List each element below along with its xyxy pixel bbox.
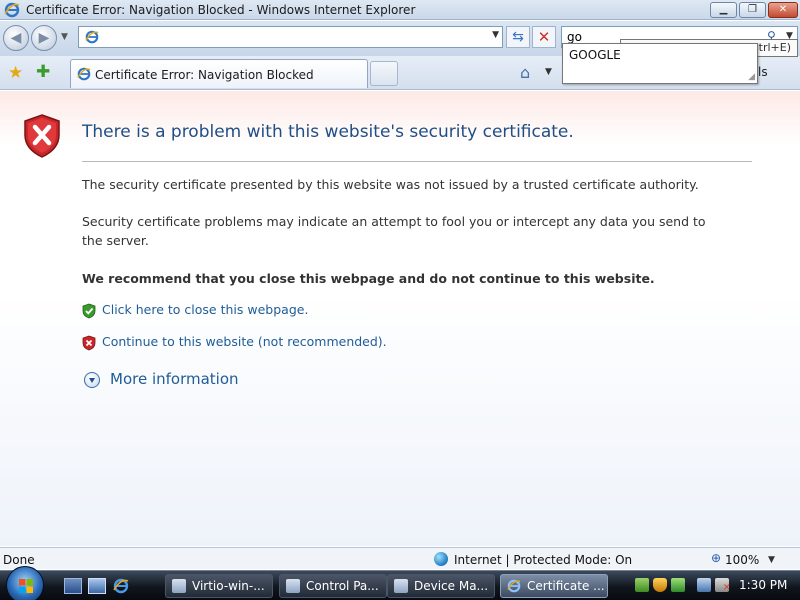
home-dropdown[interactable]: ▼ bbox=[545, 67, 552, 77]
close-webpage-link[interactable]: Click here to close this webpage. bbox=[102, 302, 308, 317]
search-suggestions-dropdown: GOOGLE ◢ bbox=[562, 43, 758, 84]
certificate-description: The security certificate presented by th… bbox=[82, 177, 699, 192]
zoom-icon[interactable]: ⊕ bbox=[711, 551, 721, 565]
resize-grip-icon[interactable]: ◢ bbox=[748, 72, 755, 82]
windows-defender-icon[interactable] bbox=[671, 578, 685, 592]
tab-label: Certificate Error: Navigation Blocked bbox=[95, 68, 314, 82]
zoom-level[interactable]: 100% bbox=[725, 553, 759, 567]
error-shield-icon bbox=[24, 114, 60, 158]
page-content: There is a problem with this website's s… bbox=[0, 91, 800, 546]
minimize-button[interactable]: ▁ bbox=[710, 2, 737, 18]
ie-icon[interactable] bbox=[112, 578, 130, 594]
security-warning-text: Security certificate problems may indica… bbox=[82, 214, 706, 248]
tab-certificate-error[interactable]: Certificate Error: Navigation Blocked bbox=[70, 59, 368, 88]
home-icon[interactable]: ⌂ bbox=[520, 63, 530, 82]
stop-icon: ✕ bbox=[537, 28, 551, 46]
restore-icon: ❐ bbox=[748, 4, 757, 15]
close-icon: ✕ bbox=[778, 4, 788, 15]
favorites-star-icon[interactable]: ★ bbox=[8, 63, 23, 83]
device-manager-icon bbox=[394, 579, 408, 593]
recent-pages-dropdown[interactable]: ▼ bbox=[61, 32, 68, 42]
close-window-button[interactable]: ✕ bbox=[768, 2, 798, 18]
more-information-link[interactable]: More information bbox=[110, 370, 239, 388]
back-arrow-icon: ◀ bbox=[10, 30, 22, 46]
error-shield-icon bbox=[82, 335, 96, 351]
add-favorites-icon[interactable]: ✚ bbox=[36, 62, 50, 82]
stop-button[interactable]: ✕ bbox=[532, 26, 556, 48]
network-status-icon[interactable] bbox=[697, 578, 711, 592]
divider bbox=[82, 161, 752, 162]
taskbar-item-device-manager[interactable]: Device Ma... bbox=[387, 574, 495, 598]
clock[interactable]: 1:30 PM bbox=[739, 578, 787, 592]
ok-shield-icon bbox=[82, 303, 96, 319]
title-bar: Certificate Error: Navigation Blocked - … bbox=[0, 0, 800, 20]
page-title: There is a problem with this website's s… bbox=[82, 122, 574, 142]
forward-arrow-icon: ▶ bbox=[38, 30, 50, 46]
ie-icon bbox=[507, 579, 521, 593]
refresh-icon: ⇆ bbox=[512, 29, 524, 45]
ie-icon bbox=[4, 2, 20, 18]
control-panel-icon bbox=[286, 579, 300, 593]
continue-to-website-link[interactable]: Continue to this website (not recommende… bbox=[102, 334, 387, 349]
ie-icon bbox=[85, 30, 99, 44]
taskbar: Virtio-win-... Control Pa... Device Ma..… bbox=[0, 566, 800, 600]
taskbar-item-label: Control Pa... bbox=[306, 579, 379, 593]
status-text: Done bbox=[3, 553, 35, 567]
window-title: Certificate Error: Navigation Blocked - … bbox=[26, 3, 416, 17]
network-icon[interactable] bbox=[635, 578, 649, 592]
tools-menu[interactable]: ls bbox=[758, 65, 768, 79]
show-desktop-icon[interactable] bbox=[64, 578, 82, 594]
muted-icon: ✕ bbox=[723, 583, 731, 593]
back-button[interactable]: ◀ bbox=[3, 25, 29, 51]
refresh-button[interactable]: ⇆ bbox=[506, 26, 530, 48]
new-tab-button[interactable] bbox=[370, 61, 398, 86]
taskbar-item-virtio[interactable]: Virtio-win-... bbox=[165, 574, 273, 598]
minimize-icon: ▁ bbox=[719, 4, 728, 15]
zoom-dropdown[interactable]: ▼ bbox=[768, 555, 775, 565]
taskbar-item-control-panel[interactable]: Control Pa... bbox=[279, 574, 387, 598]
ie-icon bbox=[77, 67, 91, 81]
suggestion-item[interactable]: GOOGLE bbox=[569, 48, 621, 62]
status-bar: Done Internet | Protected Mode: On ⊕ 100… bbox=[0, 547, 800, 569]
system-tray: ✕ 1:30 PM bbox=[633, 574, 800, 598]
start-button[interactable] bbox=[6, 566, 44, 600]
maximize-button[interactable]: ❐ bbox=[739, 2, 766, 18]
recommendation-text: We recommend that you close this webpage… bbox=[82, 271, 655, 286]
security-center-icon[interactable] bbox=[653, 578, 667, 592]
forward-button[interactable]: ▶ bbox=[31, 25, 57, 51]
windows-start-icon bbox=[19, 579, 33, 593]
taskbar-item-label: Certificate ... bbox=[527, 579, 605, 593]
security-zone[interactable]: Internet | Protected Mode: On bbox=[454, 553, 632, 567]
taskbar-item-label: Device Ma... bbox=[414, 579, 489, 593]
expand-icon[interactable] bbox=[84, 372, 100, 388]
switch-windows-icon[interactable] bbox=[88, 578, 106, 594]
address-dropdown[interactable]: ▼ bbox=[492, 30, 499, 40]
taskbar-item-label: Virtio-win-... bbox=[192, 579, 265, 593]
globe-icon bbox=[434, 552, 448, 566]
folder-icon bbox=[172, 579, 186, 593]
taskbar-item-certificate-error[interactable]: Certificate ... bbox=[500, 574, 608, 598]
address-bar[interactable]: ▼ bbox=[78, 26, 503, 48]
